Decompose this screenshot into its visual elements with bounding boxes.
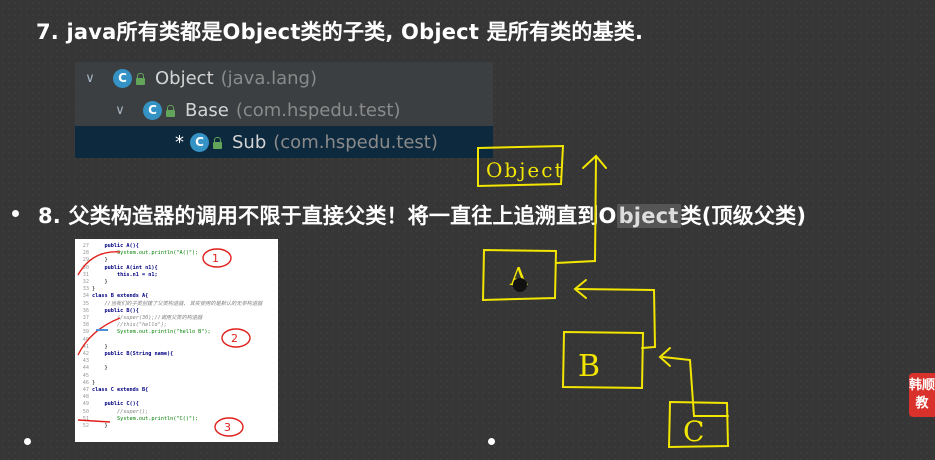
box-label-object: Object [486,158,564,182]
red-annotations [77,248,251,437]
corner-watermark-tag[interactable]: 韩顺 教 [909,373,935,417]
yellow-sketch [477,144,730,449]
annotation-label: 3 [224,421,231,434]
box-b [561,330,645,390]
annotation-label: 2 [231,332,238,345]
bullet-dot [24,438,31,445]
bullet-dot [488,438,495,445]
annotation-label: 1 [212,252,219,265]
arrow-to-a [77,251,121,276]
tag-line-1: 韩顺 [909,378,935,393]
box-label-c: C [683,415,704,448]
arrowhead-object [582,154,607,169]
link-c-b [662,356,729,417]
arrow-to-c [77,419,111,423]
arrow-to-b [77,317,121,356]
box-label-b: B [578,349,600,384]
tag-line-2: 教 [915,396,929,411]
mouse-cursor-dot [513,278,527,292]
annotation-sketch: 1 2 3 Object A B C [77,144,730,449]
